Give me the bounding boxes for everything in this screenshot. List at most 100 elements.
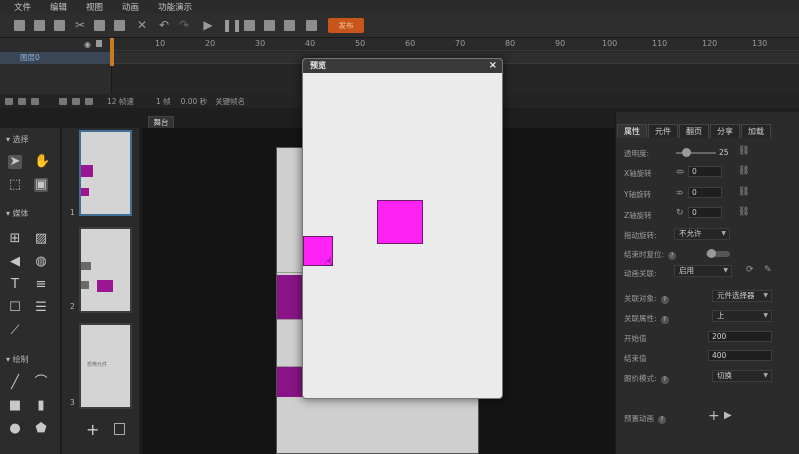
import-page-icon[interactable]: [114, 423, 125, 435]
pdf-icon[interactable]: [306, 20, 317, 31]
form-icon[interactable]: ☐: [8, 301, 22, 315]
stage-shape[interactable]: [277, 275, 303, 319]
thumb-shape: [81, 281, 89, 289]
redo-icon[interactable]: ↷: [178, 19, 190, 32]
close-icon[interactable]: ×: [489, 59, 497, 73]
playhead[interactable]: [110, 38, 114, 66]
add-page-icon[interactable]: +: [86, 420, 99, 439]
add-layer-icon[interactable]: [5, 97, 13, 105]
ruler-tick: 40: [305, 39, 316, 48]
menu-view[interactable]: 视图: [86, 1, 103, 13]
target-select[interactable]: 元件选择器 ▼: [712, 290, 772, 302]
pentagon-icon[interactable]: ⬟: [34, 422, 48, 436]
transform-icon[interactable]: ▣: [34, 178, 48, 192]
opacity-slider-knob[interactable]: [682, 148, 691, 157]
marquee-icon[interactable]: ⬚: [8, 178, 22, 192]
cut-icon[interactable]: ✂: [74, 19, 86, 32]
undo-icon[interactable]: ↶: [158, 19, 170, 32]
open-folder-icon[interactable]: [34, 20, 45, 31]
text-icon[interactable]: T: [8, 278, 22, 292]
ruler-tick: 90: [555, 39, 566, 48]
edit-icon[interactable]: ✎: [764, 265, 772, 275]
save-icon[interactable]: [54, 20, 65, 31]
video-icon[interactable]: ◍: [34, 255, 48, 269]
end-value-label: 结束值: [624, 354, 647, 363]
thumb-caption: 恐怖元件: [87, 362, 108, 368]
tab-properties[interactable]: 属性: [617, 124, 647, 138]
select-arrow-icon[interactable]: ➤: [8, 155, 22, 169]
keyframe-icon[interactable]: [59, 97, 67, 105]
end-value-input[interactable]: 400: [708, 350, 772, 361]
tab-share[interactable]: 分享: [710, 124, 740, 138]
paste-icon[interactable]: [114, 20, 125, 31]
pause-icon[interactable]: ❚❚: [222, 19, 242, 32]
paragraph-icon[interactable]: ≡: [34, 278, 48, 292]
help-icon[interactable]: ?: [668, 252, 677, 260]
list-icon[interactable]: ☰: [34, 301, 48, 315]
preview-title: 预览: [310, 61, 326, 70]
audio-icon[interactable]: ◀: [8, 255, 22, 269]
help-icon[interactable]: ?: [658, 416, 666, 424]
y-rotate-input[interactable]: 0: [688, 187, 722, 198]
line-icon[interactable]: ╱: [8, 376, 22, 390]
page-thumbnail[interactable]: [79, 227, 132, 313]
link-icon[interactable]: ⛓: [738, 207, 749, 217]
stop-icon[interactable]: [244, 20, 255, 31]
menu-edit[interactable]: 编辑: [50, 1, 67, 13]
image-icon[interactable]: ▨: [34, 232, 48, 246]
help-icon[interactable]: ?: [660, 296, 669, 304]
rectangle-icon[interactable]: ■: [8, 399, 22, 413]
folder-icon[interactable]: [18, 97, 26, 105]
trash-icon[interactable]: [31, 97, 39, 105]
add-preset-icon[interactable]: +: [708, 408, 720, 424]
tab-components[interactable]: 元件: [648, 124, 678, 138]
help-icon[interactable]: ?: [660, 316, 669, 324]
chart-icon[interactable]: ⟋: [8, 324, 22, 338]
layer-row[interactable]: 图层0: [0, 52, 112, 64]
help-icon[interactable]: ?: [660, 376, 669, 384]
start-value-input[interactable]: 200: [708, 331, 772, 342]
attr-select[interactable]: 上 ▼: [712, 310, 772, 322]
reset-toggle[interactable]: [706, 249, 730, 258]
ruler-tick: 10: [155, 39, 166, 48]
tween-icon[interactable]: [85, 97, 93, 105]
play-preset-icon[interactable]: ▶: [724, 410, 732, 421]
curve-icon[interactable]: ⌒: [34, 376, 48, 390]
stage-shape[interactable]: [277, 367, 303, 397]
export-icon[interactable]: [284, 20, 295, 31]
eye-icon[interactable]: ◉: [84, 40, 91, 49]
ruler-tick: 30: [255, 39, 266, 48]
page-thumbnail[interactable]: 恐怖元件: [79, 323, 132, 409]
tab-pageflip[interactable]: 翻页: [679, 124, 709, 138]
drag-rotate-select[interactable]: 不允许 ▼: [674, 228, 730, 240]
lock-icon[interactable]: [96, 40, 102, 47]
circle-icon[interactable]: ●: [8, 422, 22, 436]
tab-loading[interactable]: 加载: [741, 124, 771, 138]
stage-tab[interactable]: 舞台: [148, 116, 174, 128]
mode-select[interactable]: 切换 ▼: [712, 370, 772, 382]
relink-icon[interactable]: ⟳: [746, 265, 754, 275]
link-icon[interactable]: ⛓: [738, 187, 749, 197]
new-file-icon[interactable]: [14, 20, 25, 31]
anim-link-select[interactable]: 启用 ▼: [674, 265, 732, 277]
z-rotate-input[interactable]: 0: [688, 207, 722, 218]
menu-demo[interactable]: 功能演示: [158, 1, 192, 13]
preview-screen-icon[interactable]: [264, 20, 275, 31]
link-icon[interactable]: ⛓: [738, 166, 749, 176]
page-number: 1: [70, 208, 75, 217]
timeline-ruler[interactable]: 10 20 30 40 50 60 70 80 90 100 110 120 1…: [112, 38, 799, 51]
rounded-rect-icon[interactable]: ▮: [34, 399, 48, 413]
hand-icon[interactable]: ✋: [34, 155, 50, 169]
link-icon[interactable]: ⛓: [738, 146, 749, 156]
blank-keyframe-icon[interactable]: [72, 97, 80, 105]
menu-file[interactable]: 文件: [14, 1, 31, 13]
x-rotate-input[interactable]: 0: [688, 166, 722, 177]
copy-icon[interactable]: [94, 20, 105, 31]
preview-square-large[interactable]: [377, 200, 423, 244]
page-thumbnail[interactable]: [79, 130, 132, 216]
play-icon[interactable]: ▶: [202, 19, 214, 32]
delete-icon[interactable]: ✕: [136, 19, 148, 32]
publish-button[interactable]: 发布: [328, 18, 364, 33]
menu-animation[interactable]: 动画: [122, 1, 139, 13]
grid-icon[interactable]: ⊞: [8, 232, 22, 246]
